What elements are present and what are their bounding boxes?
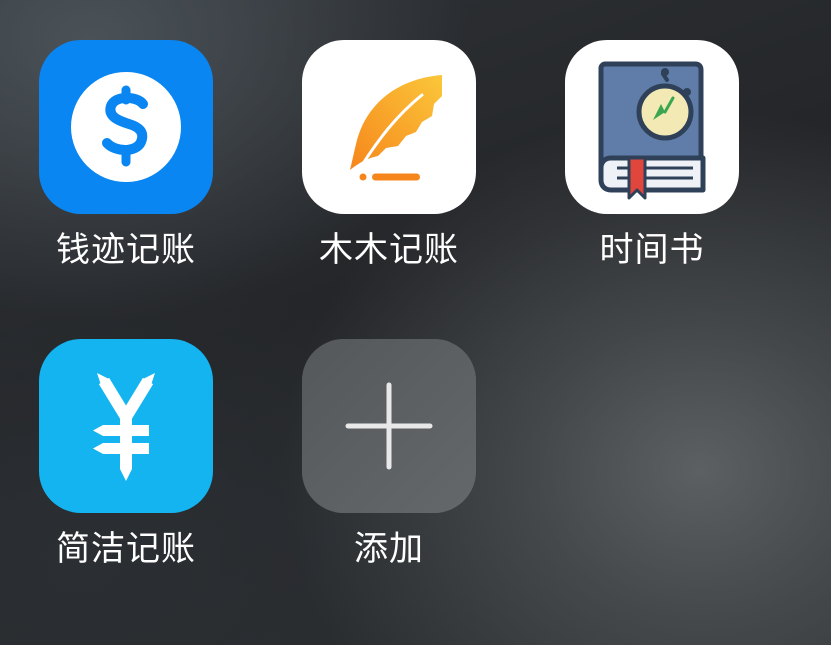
app-label: 木木记账 [319,230,459,270]
app-label: 简洁记账 [56,529,196,569]
yen-symbol-icon [39,339,213,513]
app-label: 时间书 [599,230,705,270]
plus-icon [302,339,476,513]
add-widget-button[interactable]: 添加 [289,339,489,579]
app-shortcut-jianjie[interactable]: 简洁记账 [26,339,226,579]
app-label: 钱迹记账 [56,230,196,270]
app-launcher-grid: 钱迹记账 木木记账 时间书 简洁记账 添加 [0,0,831,645]
dollar-coin-icon [39,40,213,214]
add-label: 添加 [354,529,424,569]
app-shortcut-qianji[interactable]: 钱迹记账 [26,40,226,280]
app-shortcut-shijian[interactable]: 时间书 [552,40,752,280]
feather-quill-icon [302,40,476,214]
app-shortcut-mumu[interactable]: 木木记账 [289,40,489,280]
clock-book-icon [565,40,739,214]
